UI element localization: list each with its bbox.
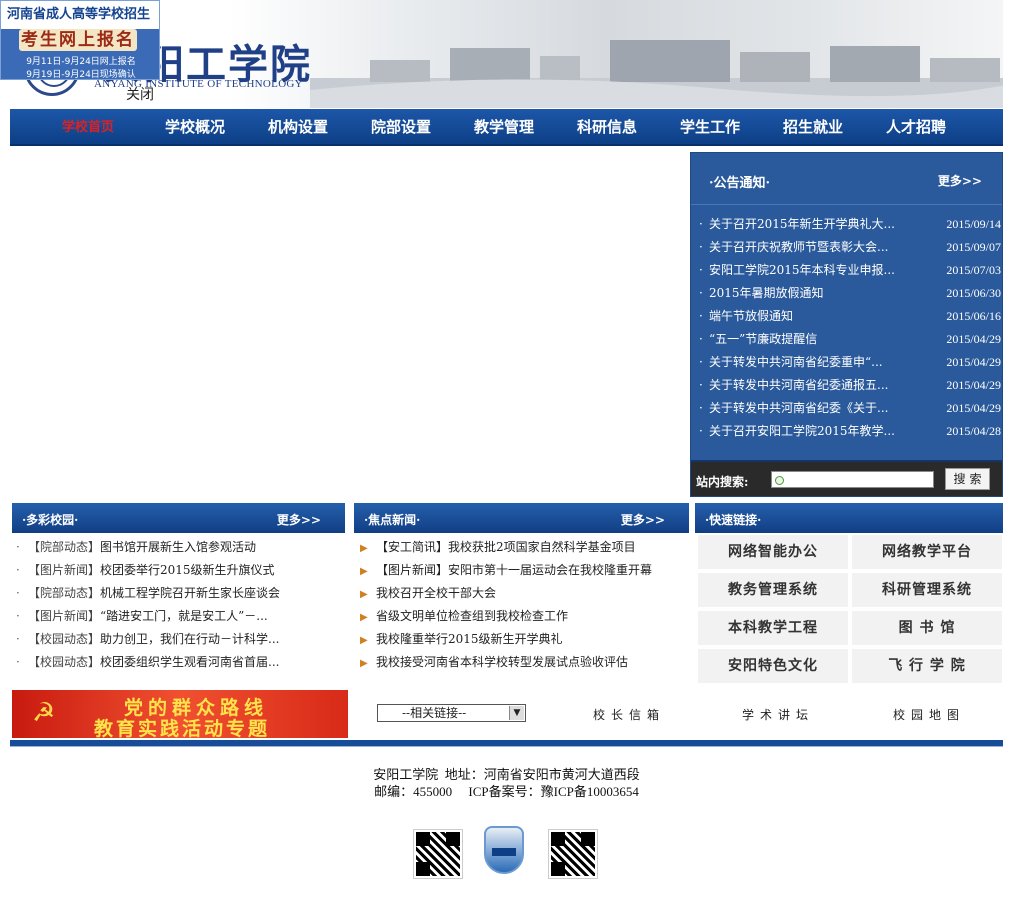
chevron-down-icon: ▼ (509, 706, 524, 720)
notice-title: ·公告通知· (709, 176, 771, 191)
ad-date-line-1: 9月11日-9月24日网上报名 (26, 57, 136, 67)
notice-item[interactable]: · 关于召开2015年新生开学典礼大... 2015/09/14 (699, 213, 1001, 236)
floating-enrollment-ad[interactable]: 河南省成人高等学校招生 考生网上报名 9月11日-9月24日网上报名 9月19日… (0, 0, 160, 80)
bottom-link-bar: --相关链接-- ▼ 校长信箱 学术讲坛 校园地图 (350, 690, 1003, 738)
academic-forum-link[interactable]: 学术讲坛 (742, 706, 814, 723)
notice-item[interactable]: · 关于转发中共河南省纪委重申“... 2015/04/29 (699, 351, 1001, 374)
campus-list: · 【院部动态】图书馆开展新生入馆参观活动 · 【图片新闻】校团委举行2015级新生… (16, 536, 344, 674)
quick-link-office[interactable]: 网络智能办公 (698, 535, 848, 569)
notice-item[interactable]: · 端午节放假通知 2015/06/16 (699, 305, 1001, 328)
nav-item-student-work[interactable]: 学生工作 (680, 109, 783, 146)
arrow-icon: ▶ (360, 589, 368, 600)
qr-code-icon (548, 829, 598, 879)
nav-item-organization[interactable]: 机构设置 (268, 109, 371, 146)
main-nav: 学校首页 学校概况 机构设置 院部设置 教学管理 科研信息 学生工作 招生就业 … (10, 109, 1003, 146)
notice-item[interactable]: · 关于召开安阳工学院2015年教学... 2015/04/28 (699, 420, 1001, 443)
notice-more-link[interactable]: 更多>> (938, 172, 982, 189)
public-institution-badge-icon[interactable] (484, 826, 524, 874)
nav-item-home[interactable]: 学校首页 (62, 109, 165, 146)
list-item[interactable]: · 【校园动态】校团委组织学生观看河南省首届... (16, 651, 344, 674)
list-item[interactable]: ▶ 我校召开全校干部大会 (360, 582, 688, 605)
quick-link-library[interactable]: 图 书 馆 (852, 611, 1002, 645)
notice-item[interactable]: · 安阳工学院2015年本科专业申报... 2015/07/03 (699, 259, 1001, 282)
ad-title: 河南省成人高等学校招生 (1, 1, 159, 29)
campus-header: ·多彩校园· 更多>> (12, 503, 345, 533)
footer-divider-thin (10, 746, 1003, 747)
hammer-sickle-icon: ☭ (32, 698, 56, 728)
quick-links-header: ·快速链接· (695, 503, 1003, 533)
arrow-icon: ▶ (360, 566, 368, 577)
party-banner-line-2: 教育实践活动专题 (94, 718, 271, 738)
search-button[interactable]: 搜索 (945, 468, 990, 490)
search-label: 站内搜索: (696, 475, 749, 489)
site-search-bar: 站内搜索: 搜索 (691, 460, 1002, 496)
arrow-icon: ▶ (360, 658, 368, 669)
nav-item-recruitment[interactable]: 人才招聘 (886, 109, 989, 146)
notice-item[interactable]: · 关于转发中共河南省纪委通报五... 2015/04/29 (699, 374, 1001, 397)
list-item[interactable]: ▶ 【图片新闻】安阳市第十一届运动会在我校隆重开幕 (360, 559, 688, 582)
notice-panel: ·公告通知· 更多>> · 关于召开2015年新生开学典礼大... 2015/09/… (690, 152, 1003, 497)
main-banner-area (10, 152, 688, 495)
campus-more-link[interactable]: 更多>> (277, 511, 321, 528)
footer-icp: 邮编：455000 ICP备案号：豫ICP备10003654 (374, 784, 639, 799)
related-links-select[interactable]: --相关链接-- ▼ (377, 704, 526, 722)
focus-more-link[interactable]: 更多>> (621, 511, 665, 528)
nav-item-teaching[interactable]: 教学管理 (474, 109, 577, 146)
quick-link-research-mgmt[interactable]: 科研管理系统 (852, 573, 1002, 607)
nav-item-admissions[interactable]: 招生就业 (783, 109, 886, 146)
focus-title: ·焦点新闻· (364, 513, 421, 527)
ad-register-button[interactable]: 考生网上报名 (19, 29, 137, 51)
search-icon (775, 476, 784, 485)
ad-date-line-2: 9月19日-9月24日现场确认 (26, 70, 136, 80)
notice-header: ·公告通知· 更多>> (691, 153, 1002, 205)
nav-item-research[interactable]: 科研信息 (577, 109, 680, 146)
arrow-icon: ▶ (360, 612, 368, 623)
list-item[interactable]: ▶ 省级文明单位检查组到我校检查工作 (360, 605, 688, 628)
search-input[interactable] (771, 471, 934, 488)
nav-item-departments[interactable]: 院部设置 (371, 109, 474, 146)
quick-link-academic-affairs[interactable]: 教务管理系统 (698, 573, 848, 607)
quick-links-title: ·快速链接· (705, 513, 762, 527)
quick-link-undergrad-project[interactable]: 本科教学工程 (698, 611, 848, 645)
list-item[interactable]: ▶ 我校隆重举行2015级新生开学典礼 (360, 628, 688, 651)
notice-item[interactable]: · 关于转发中共河南省纪委《关于... 2015/04/29 (699, 397, 1001, 420)
campus-skyline-image (310, 40, 1003, 108)
arrow-icon: ▶ (360, 635, 368, 646)
focus-list: ▶ 【安工简讯】我校获批2项国家自然科学基金项目 ▶ 【图片新闻】安阳市第十一届运动… (360, 536, 688, 674)
party-campaign-banner[interactable]: ☭ 党的群众路线 教育实践活动专题 (12, 690, 348, 738)
focus-header: ·焦点新闻· 更多>> (354, 503, 689, 533)
quick-links-grid: 网络智能办公 网络教学平台 教务管理系统 科研管理系统 本科教学工程 图 书 馆… (698, 535, 1002, 683)
quick-link-elearning[interactable]: 网络教学平台 (852, 535, 1002, 569)
notice-item[interactable]: · 关于召开庆祝教师节暨表彰大会... 2015/09/07 (699, 236, 1001, 259)
president-mailbox-link[interactable]: 校长信箱 (593, 706, 665, 723)
footer-address: 安阳工学院 地址：河南省安阳市黄河大道西段 (373, 767, 640, 782)
notice-item[interactable]: · 2015年暑期放假通知 2015/06/30 (699, 282, 1001, 305)
list-item[interactable]: ▶ 【安工简讯】我校获批2项国家自然科学基金项目 (360, 536, 688, 559)
quick-link-anyang-culture[interactable]: 安阳特色文化 (698, 649, 848, 683)
list-item[interactable]: · 【院部动态】机械工程学院召开新生家长座谈会 (16, 582, 344, 605)
nav-item-overview[interactable]: 学校概况 (165, 109, 268, 146)
campus-title: ·多彩校园· (22, 513, 79, 527)
list-item[interactable]: · 【院部动态】图书馆开展新生入馆参观活动 (16, 536, 344, 559)
site-footer: 安阳工学院 地址：河南省安阳市黄河大道西段 邮编：455000 ICP备案号：豫… (0, 766, 1013, 800)
list-item[interactable]: · 【校园动态】助力创卫，我们在行动－计科学... (16, 628, 344, 651)
list-item[interactable]: · 【图片新闻】“踏进安工门，就是安工人”－... (16, 605, 344, 628)
qr-code-icon (413, 829, 463, 879)
quick-link-flight-college[interactable]: 飞 行 学 院 (852, 649, 1002, 683)
campus-map-link[interactable]: 校园地图 (893, 706, 965, 723)
arrow-icon: ▶ (360, 543, 368, 554)
close-ad-link[interactable]: 关闭 (126, 84, 154, 104)
list-item[interactable]: ▶ 我校接受河南省本科学校转型发展试点验收评估 (360, 651, 688, 674)
notice-item[interactable]: · “五一”节廉政提醒信 2015/04/29 (699, 328, 1001, 351)
list-item[interactable]: · 【图片新闻】校团委举行2015级新生升旗仪式 (16, 559, 344, 582)
notice-list: · 关于召开2015年新生开学典礼大... 2015/09/14 · 关于召开庆祝教师… (699, 213, 1001, 443)
